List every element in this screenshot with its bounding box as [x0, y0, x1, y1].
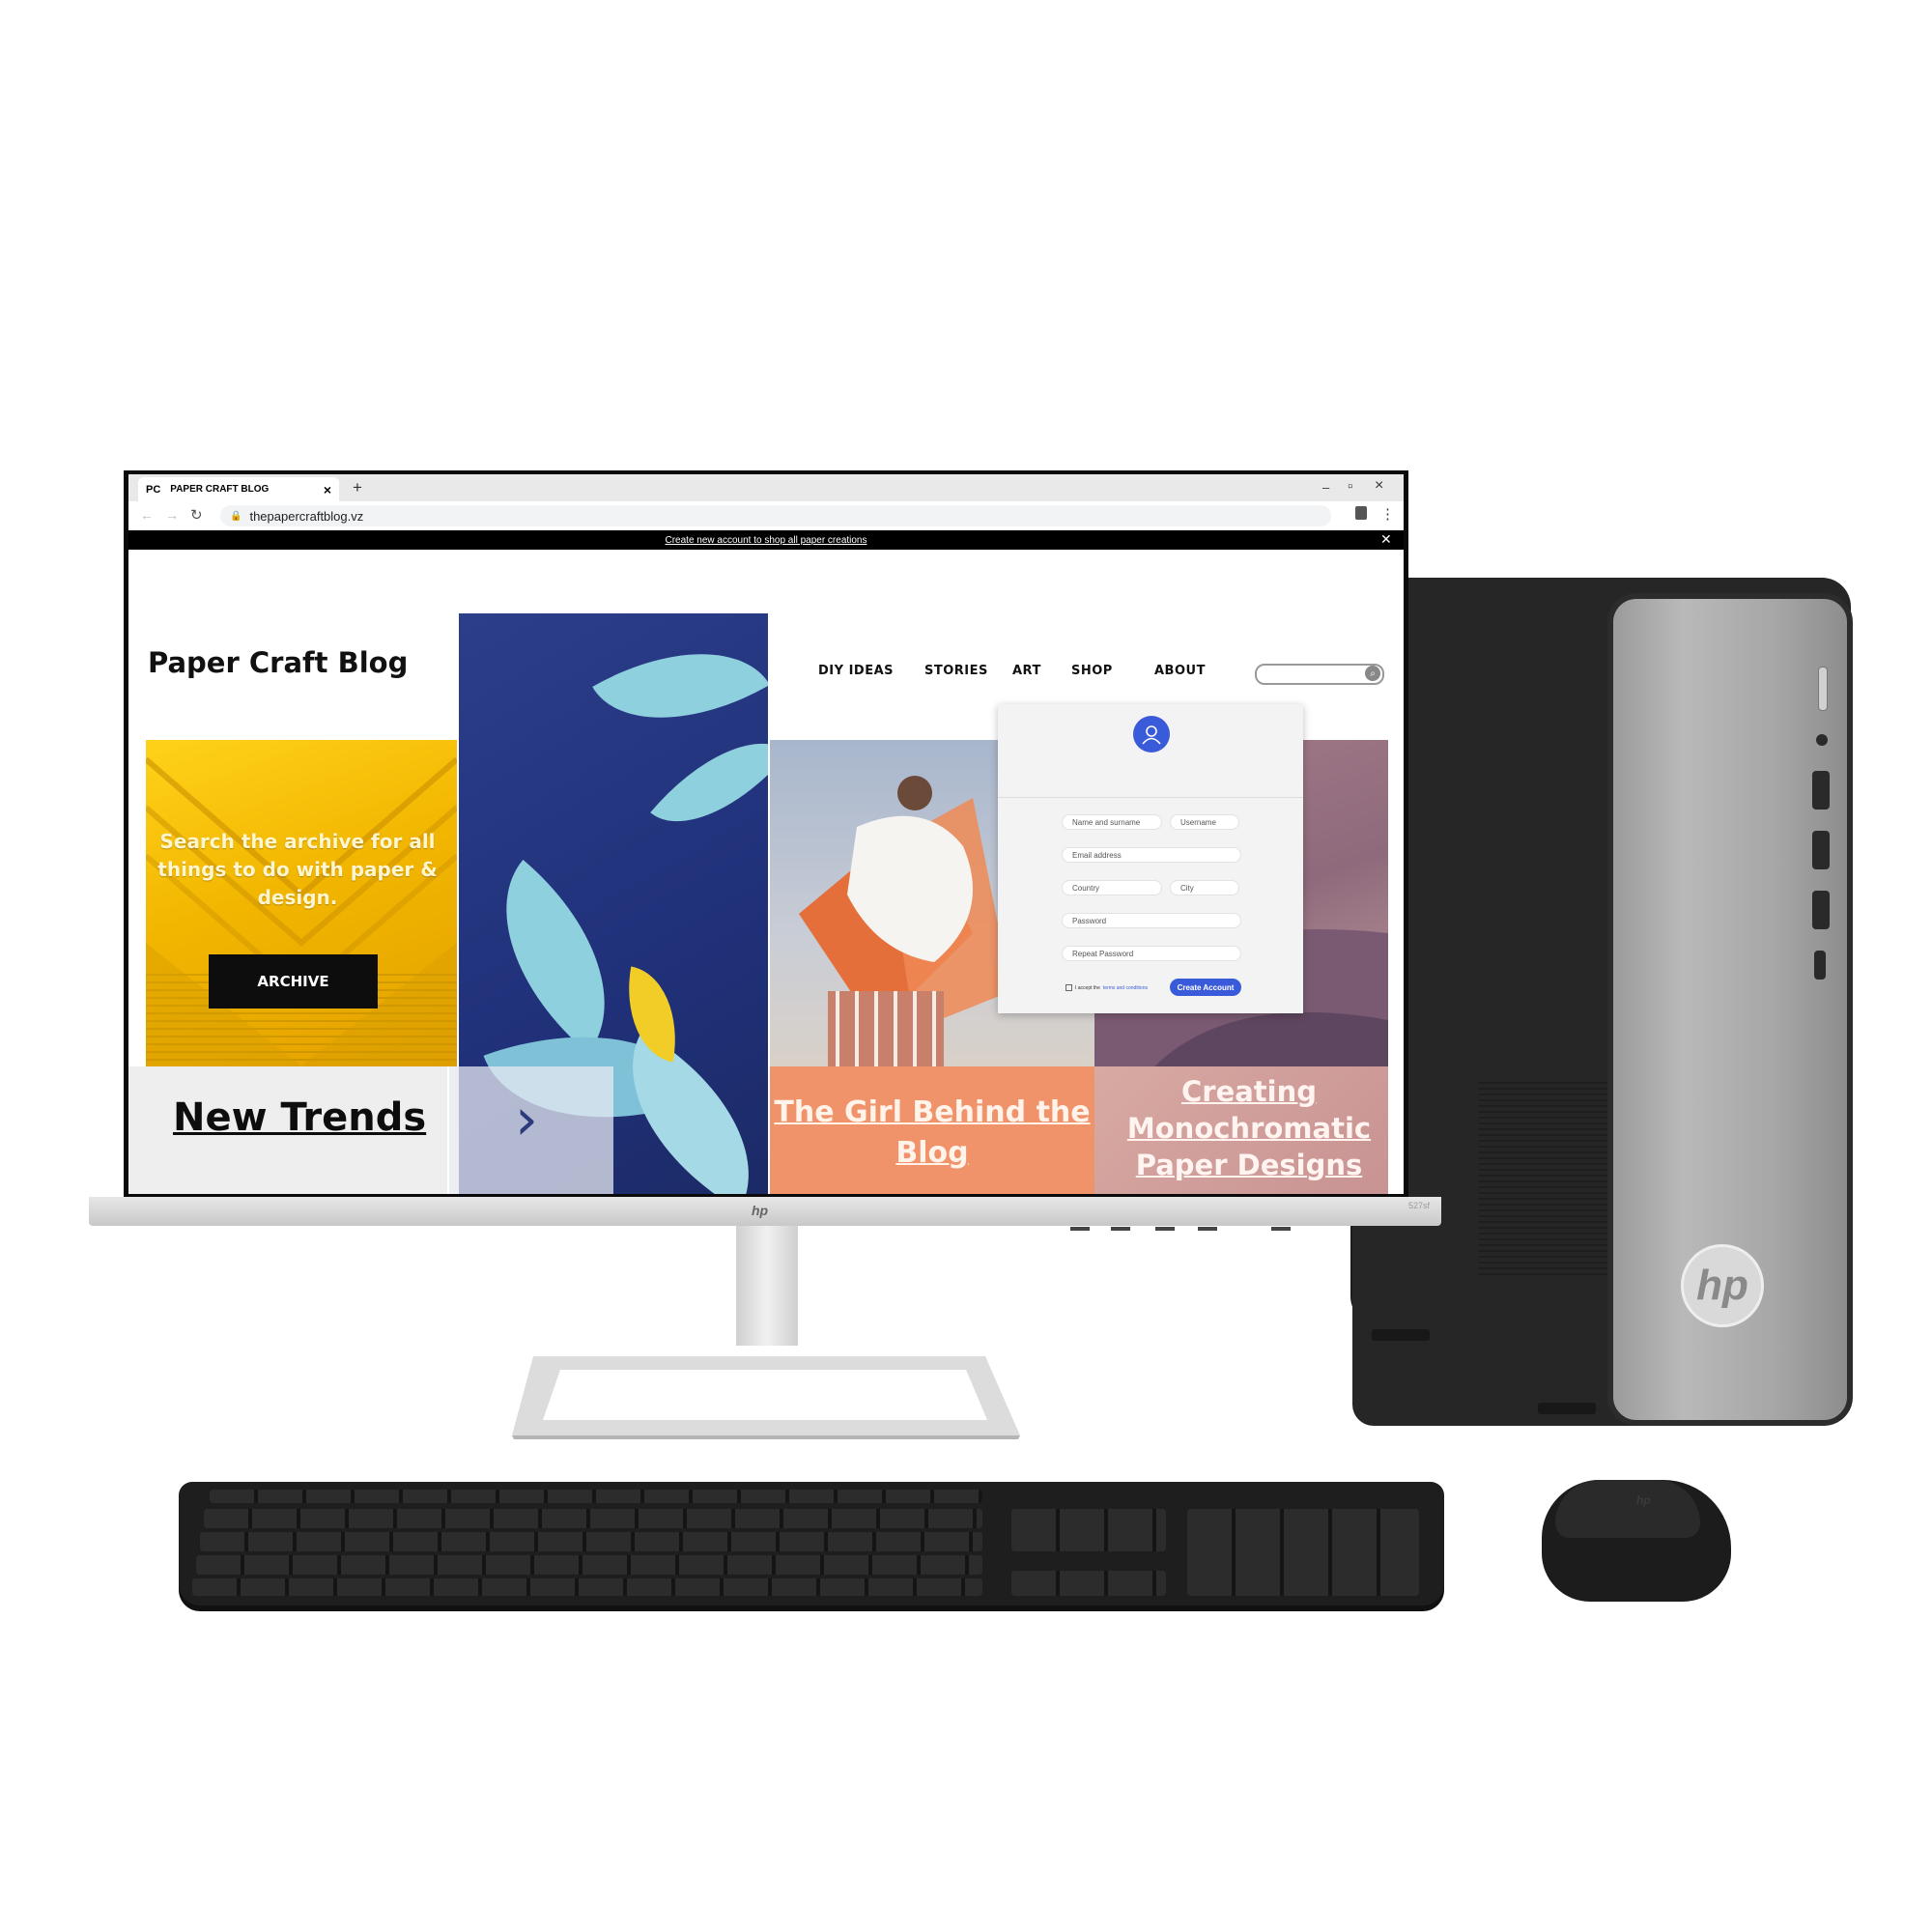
mouse-hp-logo-icon: hp: [1636, 1493, 1651, 1507]
usb-c-port: [1814, 951, 1826, 980]
monitor-power-button[interactable]: [1271, 1227, 1291, 1231]
terms-row: I accept the terms and conditions: [1065, 984, 1148, 991]
promo-banner-link[interactable]: Create new account to shop all paper cre…: [665, 535, 867, 546]
nav-shop[interactable]: SHOP: [1071, 664, 1113, 678]
tower-foot-right: [1538, 1403, 1596, 1414]
keyboard-row-3: [200, 1532, 982, 1551]
monitor-chin: hp 527sf: [89, 1197, 1441, 1226]
girl-behind-blog-title[interactable]: The Girl Behind the Blog: [770, 1093, 1094, 1174]
keyboard-row-4: [196, 1555, 982, 1575]
url-text: thepapercraftblog.vz: [249, 508, 364, 524]
banner-close-icon[interactable]: ✕: [1380, 531, 1392, 548]
trends-title[interactable]: New Trends: [173, 1095, 426, 1140]
keyboard-row-2: [204, 1509, 982, 1528]
signup-modal: Name and surname Username Email address …: [998, 704, 1303, 1013]
window-restore-icon[interactable]: ▫: [1348, 478, 1352, 495]
monitor-button-2[interactable]: [1111, 1227, 1130, 1231]
promo-banner[interactable]: Create new account to shop all paper cre…: [128, 530, 1404, 550]
site-title[interactable]: Paper Craft Blog: [148, 646, 408, 679]
forward-arrow-icon[interactable]: →: [165, 507, 179, 523]
window-close-icon[interactable]: ×: [1375, 477, 1383, 495]
url-field[interactable]: 🔒 thepapercraftblog.vz: [220, 505, 1331, 526]
lock-icon: 🔒: [230, 510, 242, 522]
terms-checkbox[interactable]: [1065, 984, 1072, 991]
monitor-model-label: 527sf: [1408, 1201, 1431, 1210]
nav-about[interactable]: ABOUT: [1154, 664, 1206, 678]
terms-prefix: I accept the: [1075, 984, 1100, 991]
keyboard-nav-cluster: [1011, 1509, 1166, 1551]
monitor-screen: PC PAPER CRAFT BLOG × + – ▫ × ← → ↻ 🔒 th…: [128, 474, 1404, 1194]
tab-title: PAPER CRAFT BLOG: [170, 484, 270, 495]
email-field[interactable]: Email address: [1062, 847, 1241, 863]
archive-button[interactable]: ARCHIVE: [209, 954, 378, 1009]
usb-port-3: [1812, 891, 1830, 929]
usb-port-2: [1812, 831, 1830, 869]
archive-caption: Search the archive for all things to do …: [157, 830, 438, 909]
keyboard-numpad: [1187, 1509, 1419, 1596]
keyboard-arrow-keys: [1011, 1571, 1166, 1596]
country-field[interactable]: Country: [1062, 880, 1162, 895]
menu-dots-icon[interactable]: ⋮: [1380, 505, 1395, 523]
tab-favicon-icon: PC: [146, 483, 161, 496]
user-avatar-icon: [1133, 716, 1170, 753]
nav-diy-ideas[interactable]: DIY IDEAS: [818, 664, 894, 678]
tab-close-icon[interactable]: ×: [324, 482, 331, 497]
monitor-button-1[interactable]: [1070, 1227, 1090, 1231]
usb-port-1: [1812, 771, 1830, 810]
modal-divider: [998, 797, 1303, 798]
browser-address-bar: ← → ↻ 🔒 thepapercraftblog.vz ⋮: [128, 501, 1404, 531]
tower-vent: [1478, 1082, 1613, 1275]
keyboard[interactable]: [179, 1482, 1444, 1605]
keyboard-row-5: [192, 1578, 982, 1596]
headphone-jack: [1816, 734, 1828, 746]
monitor-stand-base: [512, 1356, 1020, 1439]
chevron-right-icon[interactable]: ›: [515, 1086, 538, 1153]
mouse-top-shell: [1555, 1480, 1700, 1538]
monitor-button-4[interactable]: [1198, 1227, 1217, 1231]
terms-link[interactable]: terms and conditions: [1103, 985, 1148, 991]
nav-art[interactable]: ART: [1012, 664, 1041, 678]
repeat-password-field[interactable]: Repeat Password: [1062, 946, 1241, 961]
power-button[interactable]: [1818, 667, 1828, 711]
name-field[interactable]: Name and surname: [1062, 814, 1162, 830]
username-field[interactable]: Username: [1170, 814, 1239, 830]
reload-icon[interactable]: ↻: [190, 506, 203, 524]
browser-tab[interactable]: PC PAPER CRAFT BLOG ×: [138, 477, 339, 501]
monitor-button-3[interactable]: [1155, 1227, 1175, 1231]
extension-icon[interactable]: [1355, 506, 1367, 520]
tower-hp-logo-icon: hp: [1681, 1244, 1764, 1327]
create-account-button[interactable]: Create Account: [1170, 979, 1241, 996]
new-tab-icon[interactable]: +: [353, 478, 362, 497]
city-field[interactable]: City: [1170, 880, 1239, 895]
keyboard-row-1: [210, 1490, 982, 1503]
monitor-stand-neck: [736, 1226, 798, 1346]
tower-foot-left: [1372, 1329, 1430, 1341]
browser-tab-bar: PC PAPER CRAFT BLOG × + – ▫ ×: [128, 474, 1404, 501]
window-minimize-icon[interactable]: –: [1322, 480, 1329, 495]
back-arrow-icon[interactable]: ←: [140, 507, 154, 523]
nav-stories[interactable]: STORIES: [924, 664, 988, 678]
search-icon[interactable]: ⌕: [1365, 666, 1380, 681]
password-field[interactable]: Password: [1062, 913, 1241, 928]
monochromatic-title[interactable]: Creating Monochromatic Paper Designs: [1094, 1073, 1404, 1183]
monitor-hp-logo-icon: hp: [752, 1203, 769, 1218]
